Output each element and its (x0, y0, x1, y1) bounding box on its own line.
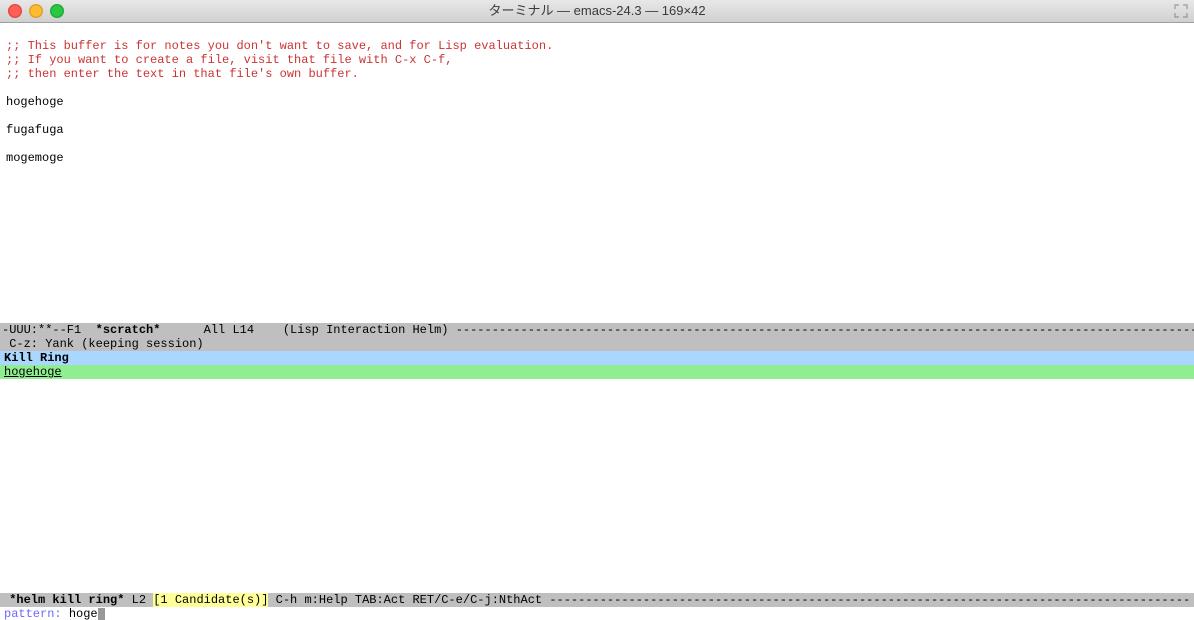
modeline-top: -UUU:**--F1 *scratch* All L14 (Lisp Inte… (0, 323, 1194, 337)
helm-source-title: Kill Ring (4, 351, 69, 365)
cursor (98, 608, 105, 620)
helm-candidate-text: hogehoge (4, 365, 62, 379)
window-titlebar: ターミナル — emacs-24.3 — 169×42 (0, 0, 1194, 23)
modeline-flags: -UUU:**--F1 (2, 323, 96, 337)
helm-help-line: C-z: Yank (keeping session) (0, 337, 1194, 351)
helm-source-header: Kill Ring (0, 351, 1194, 365)
helm-buffer-empty[interactable] (0, 379, 1194, 593)
close-icon[interactable] (8, 4, 22, 18)
minibuffer[interactable]: pattern: hoge (0, 607, 1194, 620)
scratch-buffer[interactable]: ;; This buffer is for notes you don't wa… (0, 23, 1194, 323)
comment-line: ;; then enter the text in that file's ow… (6, 67, 359, 81)
modeline-line: L2 (124, 593, 153, 607)
text-line: fugafuga (6, 123, 64, 137)
comment-line: ;; This buffer is for notes you don't wa… (6, 39, 553, 53)
modeline-mode: All L14 (Lisp Interaction Helm) (160, 323, 455, 337)
modeline-bottom: *helm kill ring* L2 [1 Candidate(s)] C-h… (0, 593, 1194, 607)
helm-candidate[interactable]: hogehoge (0, 365, 1194, 379)
modeline-candidate-count: [1 Candidate(s)] (153, 593, 268, 607)
zoom-icon[interactable] (50, 4, 64, 18)
modeline-buffer-name: *scratch* (96, 323, 161, 337)
comment-line: ;; If you want to create a file, visit t… (6, 53, 452, 67)
modeline-fill: ----------------------------------------… (456, 323, 1194, 337)
text-line: hogehoge (6, 95, 64, 109)
helm-help-text: C-z: Yank (keeping session) (2, 337, 204, 351)
modeline-fill: ----------------------------------------… (549, 593, 1190, 607)
modeline-buffer-name: *helm kill ring* (9, 593, 124, 607)
text-line: mogemoge (6, 151, 64, 165)
minibuffer-input: hoge (69, 607, 98, 620)
fullscreen-icon[interactable] (1174, 4, 1188, 18)
window-title: ターミナル — emacs-24.3 — 169×42 (0, 4, 1194, 18)
minibuffer-prompt: pattern: (4, 607, 69, 620)
emacs-frame: ;; This buffer is for notes you don't wa… (0, 23, 1194, 620)
traffic-lights (0, 4, 64, 18)
modeline-keys: C-h m:Help TAB:Act RET/C-e/C-j:NthAct (268, 593, 549, 607)
minimize-icon[interactable] (29, 4, 43, 18)
